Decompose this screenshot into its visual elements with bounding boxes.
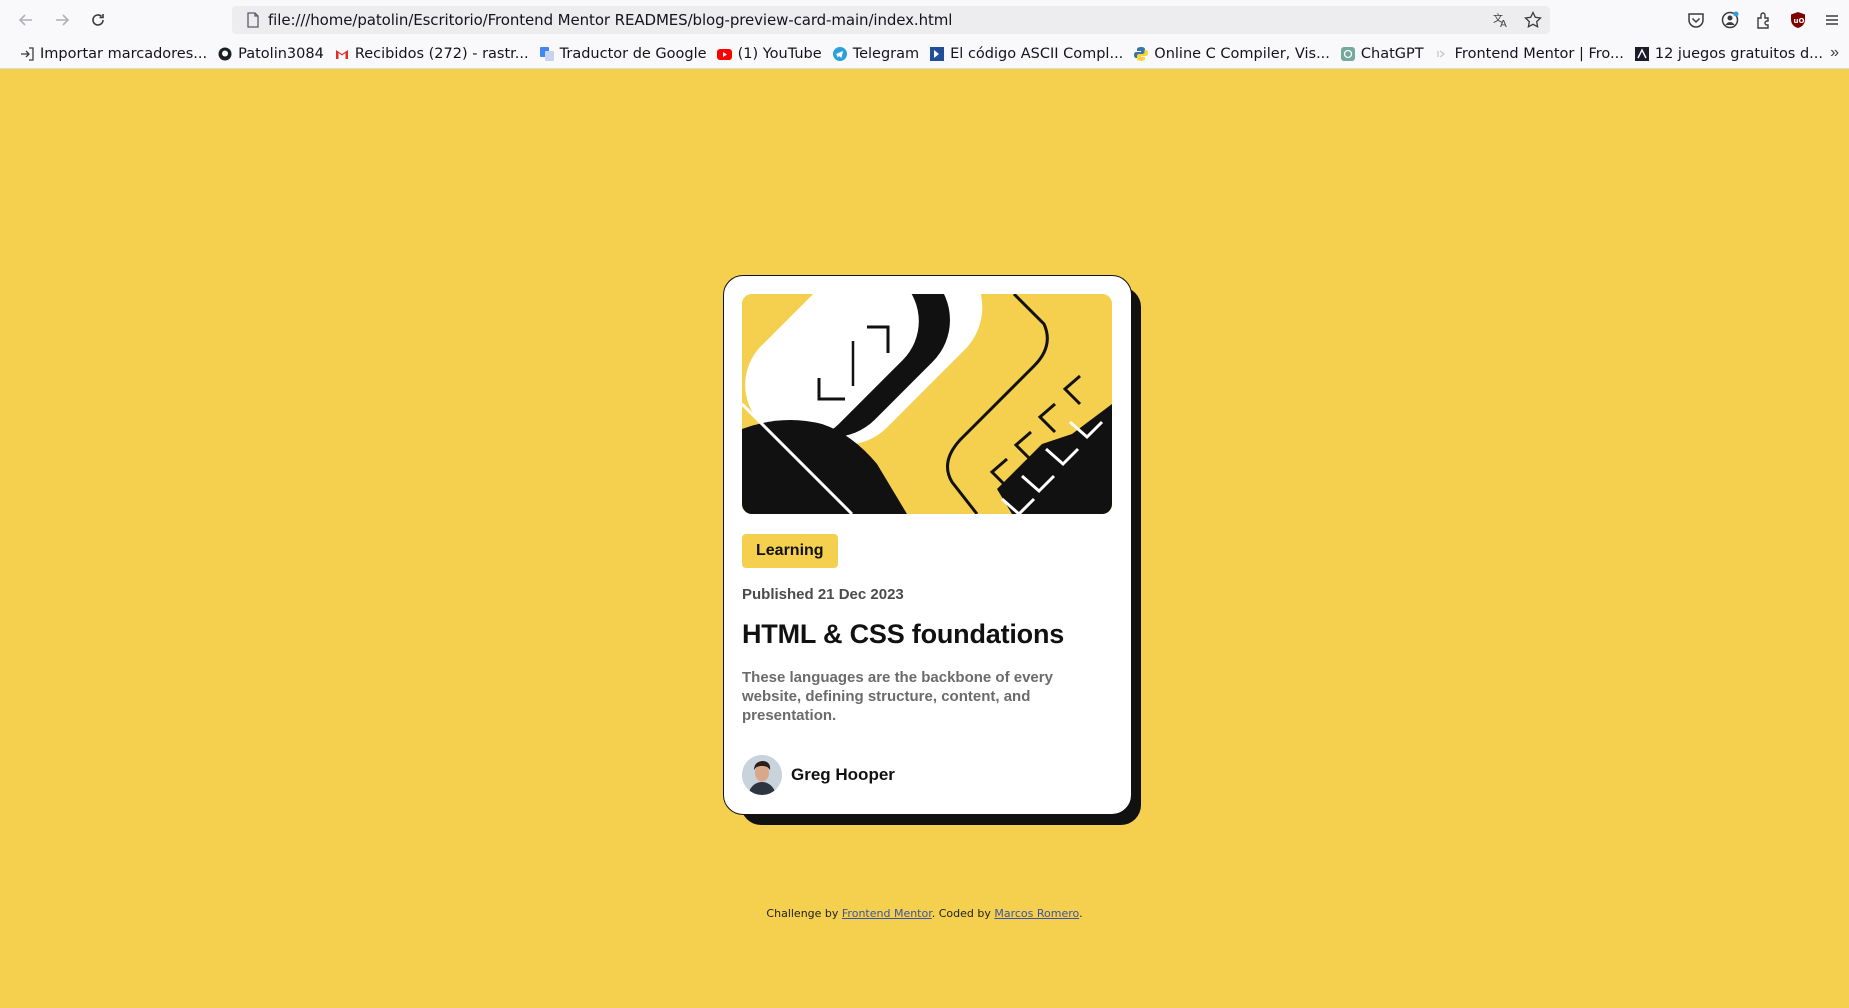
arrow-right-icon xyxy=(56,14,70,26)
bookmark-label: Telegram xyxy=(852,46,920,62)
bookmarks-bar: Importar marcadores... Patolin3084 Recib… xyxy=(0,40,1849,69)
ascii-icon xyxy=(929,46,945,62)
bookmark-label: Patolin3084 xyxy=(238,46,324,62)
url-actions: 文A xyxy=(1490,6,1544,34)
bookmark-gmail[interactable]: Recibidos (272) - rastr... xyxy=(329,42,534,66)
arrow-left-icon xyxy=(18,14,32,26)
attribution-prefix: Challenge by xyxy=(766,907,842,920)
pocket-icon[interactable] xyxy=(1685,9,1707,31)
publish-date: Published 21 Dec 2023 xyxy=(742,586,904,603)
bookmark-star-icon[interactable] xyxy=(1522,9,1544,31)
python-icon xyxy=(1133,46,1149,62)
translate-icon[interactable]: 文A xyxy=(1490,9,1512,31)
toolbar-right: uO xyxy=(1685,4,1843,36)
chatgpt-icon xyxy=(1340,46,1356,62)
chevron-double-right-icon[interactable]: » xyxy=(1830,44,1839,62)
bookmark-label: Frontend Mentor | Fro... xyxy=(1454,46,1624,62)
nav-buttons xyxy=(8,4,116,36)
reload-button[interactable] xyxy=(80,4,116,36)
bookmark-label: Importar marcadores... xyxy=(40,46,208,62)
bookmark-label: 12 juegos gratuitos d... xyxy=(1654,46,1824,62)
telegram-icon xyxy=(832,46,848,62)
svg-text:A: A xyxy=(1500,19,1507,29)
games-icon xyxy=(1634,46,1650,62)
menu-icon[interactable] xyxy=(1821,9,1843,31)
bookmark-online-c[interactable]: Online C Compiler, Vis... xyxy=(1128,42,1335,66)
bookmark-games[interactable]: 12 juegos gratuitos d... xyxy=(1629,42,1828,66)
extensions-icon[interactable] xyxy=(1753,9,1775,31)
author-link[interactable]: Marcos Romero xyxy=(994,907,1079,920)
translate-icon xyxy=(539,46,555,62)
frontend-mentor-icon xyxy=(1434,46,1450,62)
bookmark-translate[interactable]: Traductor de Google xyxy=(534,42,712,66)
ublock-icon[interactable]: uO xyxy=(1787,9,1809,31)
avatar-image xyxy=(742,755,782,795)
frontend-mentor-link[interactable]: Frontend Mentor xyxy=(842,907,932,920)
card-description: These languages are the backbone of ever… xyxy=(742,669,1053,724)
author-name: Greg Hooper xyxy=(791,765,895,784)
bookmark-chatgpt[interactable]: ChatGPT xyxy=(1335,42,1429,66)
bookmark-github[interactable]: Patolin3084 xyxy=(212,42,329,66)
page-icon xyxy=(238,12,268,28)
import-icon xyxy=(19,46,35,62)
url-text[interactable]: file:///home/patolin/Escritorio/Frontend… xyxy=(268,11,952,29)
card-title[interactable]: HTML & CSS foundations xyxy=(742,619,1064,650)
account-icon[interactable] xyxy=(1719,9,1741,31)
bookmark-import[interactable]: Importar marcadores... xyxy=(14,42,212,66)
bookmark-label: El código ASCII Compl... xyxy=(950,46,1124,62)
bookmark-ascii[interactable]: El código ASCII Compl... xyxy=(924,42,1128,66)
bookmark-youtube[interactable]: (1) YouTube xyxy=(712,42,827,66)
bookmark-label: Traductor de Google xyxy=(559,46,707,62)
forward-button[interactable] xyxy=(44,4,80,36)
bookmark-telegram[interactable]: Telegram xyxy=(827,42,924,66)
bookmark-label: (1) YouTube xyxy=(737,46,822,62)
gmail-icon xyxy=(334,46,350,62)
back-button[interactable] xyxy=(8,4,44,36)
reload-icon xyxy=(92,14,104,26)
github-icon xyxy=(217,46,233,62)
bookmark-frontend-mentor[interactable]: Frontend Mentor | Fro... xyxy=(1429,42,1629,66)
youtube-icon xyxy=(717,46,733,62)
svg-text:uO: uO xyxy=(1794,17,1805,25)
attribution-suffix: . xyxy=(1079,907,1083,920)
blog-preview-card: Learning Published 21 Dec 2023 HTML & CS… xyxy=(723,275,1132,815)
attribution-middle: . Coded by xyxy=(931,907,995,920)
category-tag: Learning xyxy=(742,534,838,568)
illustration-svg xyxy=(742,294,1112,514)
address-bar[interactable]: file:///home/patolin/Escritorio/Frontend… xyxy=(232,6,1550,34)
author: Greg Hooper xyxy=(742,755,895,795)
bookmark-label: ChatGPT xyxy=(1360,46,1424,62)
avatar xyxy=(742,755,782,795)
bookmark-label: Recibidos (272) - rastr... xyxy=(354,46,529,62)
card-illustration xyxy=(742,294,1112,514)
bookmark-label: Online C Compiler, Vis... xyxy=(1154,46,1330,62)
browser-toolbar: file:///home/patolin/Escritorio/Frontend… xyxy=(0,0,1849,40)
attribution: Challenge by Frontend Mentor. Coded by M… xyxy=(0,907,1849,920)
